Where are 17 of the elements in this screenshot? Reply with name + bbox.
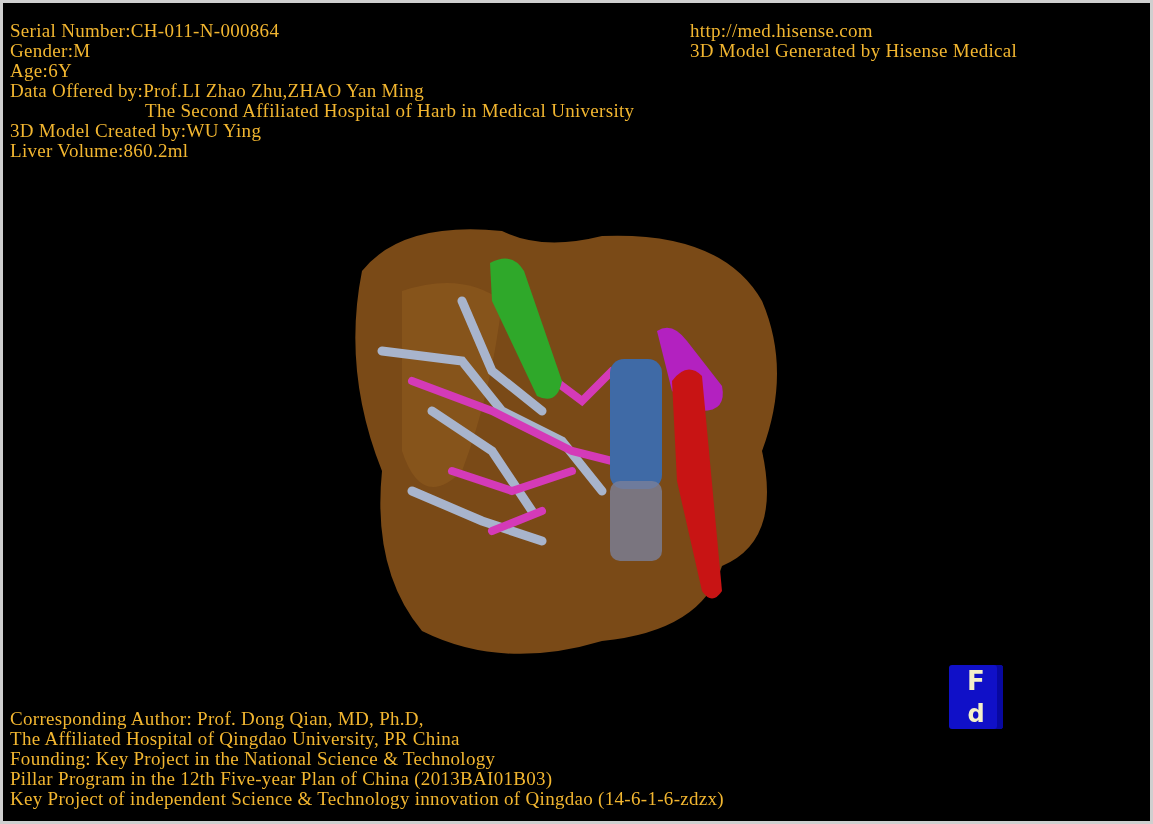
info-text: http://med.hisense.com xyxy=(690,21,873,41)
cube-face-label: d xyxy=(967,702,985,726)
credit-text: Key Project of independent Science & Technology innovation of Qingdao (14-6-1-6-zdzx) xyxy=(10,789,724,809)
orientation-cube[interactable]: F d xyxy=(949,665,1003,729)
info-text: 3D Model Generated by Hisense Medical xyxy=(690,41,1018,61)
info-text: 3D Model Created by:WU Ying xyxy=(10,121,262,141)
info-text: Serial Number:CH-011-N-000864 xyxy=(10,21,280,41)
credit-text: Corresponding Author: Prof. Dong Qian, MD, Ph.D, xyxy=(10,709,424,729)
info-text: Age:6Y xyxy=(10,61,72,81)
info-text: Gender:M xyxy=(10,41,91,61)
cube-face-label: F xyxy=(967,668,985,694)
credit-text: The Affiliated Hospital of Qingdao University, PR China xyxy=(10,729,460,749)
credit-text: Founding: Key Project in the National Science & Technology xyxy=(10,749,496,769)
info-text: The Second Affiliated Hospital of Harb in Medical University xyxy=(145,101,635,121)
credit-text: Pillar Program in the 12th Five-year Plan of China (2013BAI01B03) xyxy=(10,769,553,789)
info-text: Liver Volume:860.2ml xyxy=(10,141,189,161)
info-text: Data Offered by:Prof.LI Zhao Zhu,ZHAO Yan Ming xyxy=(10,81,424,101)
